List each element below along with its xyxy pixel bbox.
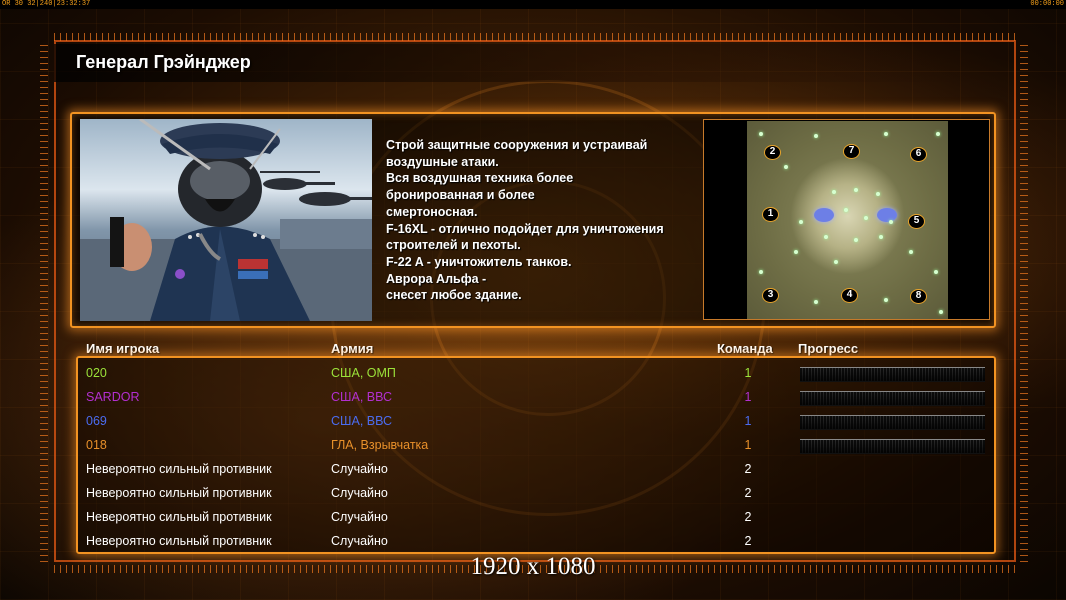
- spawn-marker-5: 5: [908, 214, 925, 229]
- player-army: ГЛА, Взрывчатка: [331, 438, 429, 452]
- player-team: 2: [744, 510, 752, 524]
- spawn-marker-4: 4: [841, 288, 858, 303]
- map-supply-dot: [939, 310, 943, 314]
- map-supply-dot: [832, 190, 836, 194]
- map-supply-dot: [936, 132, 940, 136]
- player-team: 2: [744, 486, 752, 500]
- map-supply-dot: [884, 298, 888, 302]
- map-preview[interactable]: 2 7 6 1 5 3 4 8: [703, 119, 990, 320]
- map-supply-dot: [854, 238, 858, 242]
- player-row: Невероятно сильный противник Случайно 2: [0, 506, 1066, 528]
- player-name: 020: [86, 366, 107, 380]
- player-name: Невероятно сильный противник: [86, 462, 272, 476]
- header-team: Команда: [717, 341, 773, 356]
- player-army: США, ОМП: [331, 366, 396, 380]
- spawn-marker-8: 8: [910, 289, 927, 304]
- map-supply-dot: [844, 208, 848, 212]
- map-supply-dot: [799, 220, 803, 224]
- map-supply-dot: [934, 270, 938, 274]
- player-army: Случайно: [331, 534, 388, 548]
- spawn-marker-3: 3: [762, 288, 779, 303]
- player-row: Невероятно сильный противник Случайно 2: [0, 530, 1066, 552]
- status-bar: ОR 30 32|240|23:32:37 00:00:00: [0, 0, 1066, 9]
- spawn-marker-1: 1: [762, 207, 779, 222]
- progress-bar: [800, 391, 985, 406]
- resolution-label: 1920 x 1080: [470, 553, 596, 580]
- map-lake-right: [877, 208, 897, 222]
- player-row: 020 США, ОМП 1: [0, 362, 1066, 384]
- spawn-marker-7: 7: [843, 144, 860, 159]
- player-team: 1: [744, 414, 752, 428]
- player-name: Невероятно сильный противник: [86, 534, 272, 548]
- player-team: 1: [744, 438, 752, 452]
- player-name: SARDOR: [86, 390, 140, 404]
- player-team: 1: [744, 366, 752, 380]
- map-supply-dot: [759, 270, 763, 274]
- header-progress: Прогресс: [798, 341, 859, 356]
- player-team: 2: [744, 534, 752, 548]
- player-row: Невероятно сильный противник Случайно 2: [0, 482, 1066, 504]
- map-supply-dot: [834, 260, 838, 264]
- map-supply-dot: [814, 134, 818, 138]
- general-portrait: [80, 119, 372, 321]
- general-title: Генерал Грэйнджер: [76, 52, 251, 72]
- map-supply-dot: [784, 165, 788, 169]
- map-supply-dot: [889, 220, 893, 224]
- player-team: 1: [744, 390, 752, 404]
- player-row: 069 США, ВВС 1: [0, 410, 1066, 432]
- map-supply-dot: [909, 250, 913, 254]
- map-supply-dot: [876, 192, 880, 196]
- player-name: Невероятно сильный противник: [86, 486, 272, 500]
- map-supply-dot: [879, 235, 883, 239]
- player-name: 069: [86, 414, 107, 428]
- status-clock: 00:00:00: [1030, 0, 1064, 8]
- player-army: США, ВВС: [331, 390, 393, 404]
- progress-bar: [800, 439, 985, 454]
- map-lake-left: [814, 208, 834, 222]
- map-supply-dot: [794, 250, 798, 254]
- spawn-marker-2: 2: [764, 145, 781, 160]
- map-supply-dot: [824, 235, 828, 239]
- map-supply-dot: [854, 188, 858, 192]
- map-supply-dot: [884, 132, 888, 136]
- player-name: 018: [86, 438, 107, 452]
- player-row: Невероятно сильный противник Случайно 2: [0, 458, 1066, 480]
- status-left: ОR 30 32|240|23:32:37: [2, 0, 91, 8]
- player-row: 018 ГЛА, Взрывчатка 1: [0, 434, 1066, 456]
- player-team: 2: [744, 462, 752, 476]
- player-army: Случайно: [331, 462, 388, 476]
- spawn-marker-6: 6: [910, 147, 927, 162]
- player-name: Невероятно сильный противник: [86, 510, 272, 524]
- player-row: SARDOR США, ВВС 1: [0, 386, 1066, 408]
- player-army: Случайно: [331, 486, 388, 500]
- map-supply-dot: [814, 300, 818, 304]
- progress-bar: [800, 415, 985, 430]
- map-supply-dot: [759, 132, 763, 136]
- frame-ticks-top: [54, 33, 1016, 41]
- header-army: Армия: [331, 341, 374, 356]
- player-army: Случайно: [331, 510, 388, 524]
- player-army: США, ВВС: [331, 414, 393, 428]
- general-description: Строй защитные сооружения и устраивай во…: [386, 138, 664, 303]
- header-player-name: Имя игрока: [86, 341, 160, 356]
- progress-bar: [800, 367, 985, 382]
- map-supply-dot: [864, 216, 868, 220]
